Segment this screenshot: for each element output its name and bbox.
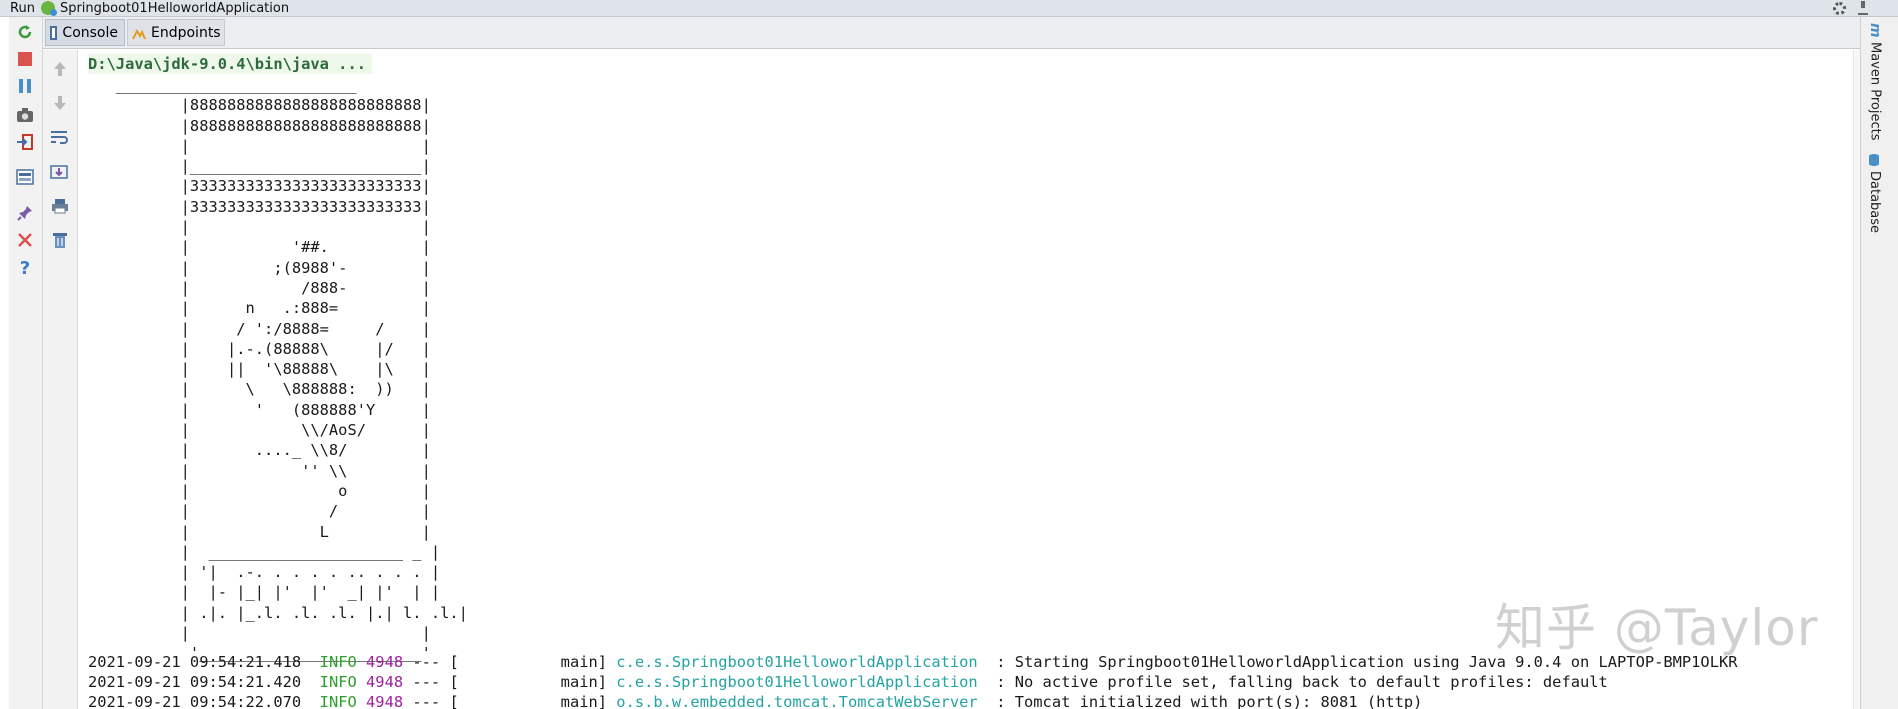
up-arrow-icon[interactable] bbox=[49, 58, 71, 80]
console-icon bbox=[50, 25, 58, 40]
log-thread: [ main] bbox=[449, 693, 608, 709]
maven-icon: m bbox=[1867, 23, 1883, 38]
log-thread: [ main] bbox=[449, 653, 608, 671]
log-line: 2021-09-21 09:54:21.420 INFO 4948 --- [ … bbox=[88, 672, 1608, 692]
database-icon bbox=[1867, 153, 1882, 167]
log-separator: --- bbox=[412, 673, 441, 691]
tab-endpoints-label: Endpoints bbox=[151, 24, 221, 41]
log-level: INFO bbox=[319, 673, 357, 691]
close-icon[interactable] bbox=[14, 229, 36, 251]
run-titlebar: Run Springboot01HelloworldApplication bbox=[0, 0, 1898, 17]
console-toolbar bbox=[43, 50, 78, 709]
log-separator: --- bbox=[412, 653, 441, 671]
log-logger: c.e.s.Springboot01HelloworldApplication bbox=[616, 653, 978, 671]
spring-boot-icon bbox=[40, 1, 57, 16]
command-line[interactable]: D:\Java\jdk-9.0.4\bin\java ... bbox=[88, 54, 372, 74]
log-level: INFO bbox=[319, 653, 357, 671]
gear-icon[interactable] bbox=[1833, 1, 1846, 15]
log-line: 2021-09-21 09:54:22.070 INFO 4948 --- [ … bbox=[88, 692, 1422, 709]
log-message: : No active profile set, falling back to… bbox=[996, 673, 1608, 691]
database-label: Database bbox=[1867, 171, 1882, 234]
down-arrow-icon[interactable] bbox=[49, 92, 71, 114]
trash-icon[interactable] bbox=[49, 229, 71, 251]
rerun-icon[interactable] bbox=[14, 21, 36, 43]
watermark: 知乎 @Taylor bbox=[1495, 599, 1819, 657]
maven-projects-tab[interactable]: m Maven Projects bbox=[1867, 23, 1883, 140]
titlebar-tools bbox=[1833, 0, 1868, 16]
stop-icon[interactable] bbox=[14, 48, 36, 70]
endpoints-icon bbox=[132, 26, 146, 40]
run-config-name[interactable]: Springboot01HelloworldApplication bbox=[60, 1, 289, 16]
console-scrollbar[interactable] bbox=[1853, 50, 1860, 709]
run-tabs: Console Endpoints bbox=[43, 17, 1860, 49]
log-thread: [ main] bbox=[449, 673, 608, 691]
hide-icon[interactable] bbox=[1858, 1, 1868, 15]
database-tab[interactable]: Database bbox=[1867, 153, 1882, 233]
run-toolbar: ? bbox=[9, 17, 43, 709]
print-icon[interactable] bbox=[49, 195, 71, 217]
camera-icon[interactable] bbox=[14, 104, 36, 126]
tab-console[interactable]: Console bbox=[45, 19, 125, 46]
help-icon[interactable]: ? bbox=[14, 257, 36, 279]
log-line: 2021-09-21 09:54:21.418 INFO 4948 --- [ … bbox=[88, 652, 1738, 672]
exit-icon[interactable] bbox=[14, 131, 36, 153]
maven-projects-label: Maven Projects bbox=[1867, 41, 1883, 141]
log-pid: 4948 bbox=[366, 673, 404, 691]
soft-wrap-icon[interactable] bbox=[49, 126, 71, 148]
tab-endpoints[interactable]: Endpoints bbox=[127, 19, 225, 46]
tab-console-label: Console bbox=[62, 24, 118, 41]
log-pid: 4948 bbox=[366, 693, 404, 709]
pause-icon[interactable] bbox=[14, 75, 36, 97]
pin-icon[interactable] bbox=[14, 202, 36, 224]
log-logger: o.s.b.w.embedded.tomcat.TomcatWebServer bbox=[616, 693, 978, 709]
right-tool-bar: m Maven Projects Database bbox=[1860, 17, 1898, 709]
log-pid: 4948 bbox=[366, 653, 404, 671]
log-level: INFO bbox=[319, 693, 357, 709]
scroll-to-end-icon[interactable] bbox=[49, 161, 71, 183]
log-separator: --- bbox=[412, 693, 441, 709]
log-date: 2021-09-21 09:54:22.070 bbox=[88, 693, 302, 709]
log-date: 2021-09-21 09:54:21.420 bbox=[88, 673, 302, 691]
log-logger: c.e.s.Springboot01HelloworldApplication bbox=[616, 673, 978, 691]
log-message: : Tomcat initialized with port(s): 8081 … bbox=[996, 693, 1423, 709]
layout-icon[interactable] bbox=[14, 166, 36, 188]
ascii-banner: __________________________ |888888888888… bbox=[115, 76, 468, 663]
log-date: 2021-09-21 09:54:21.418 bbox=[88, 653, 302, 671]
run-label: Run bbox=[10, 0, 35, 16]
